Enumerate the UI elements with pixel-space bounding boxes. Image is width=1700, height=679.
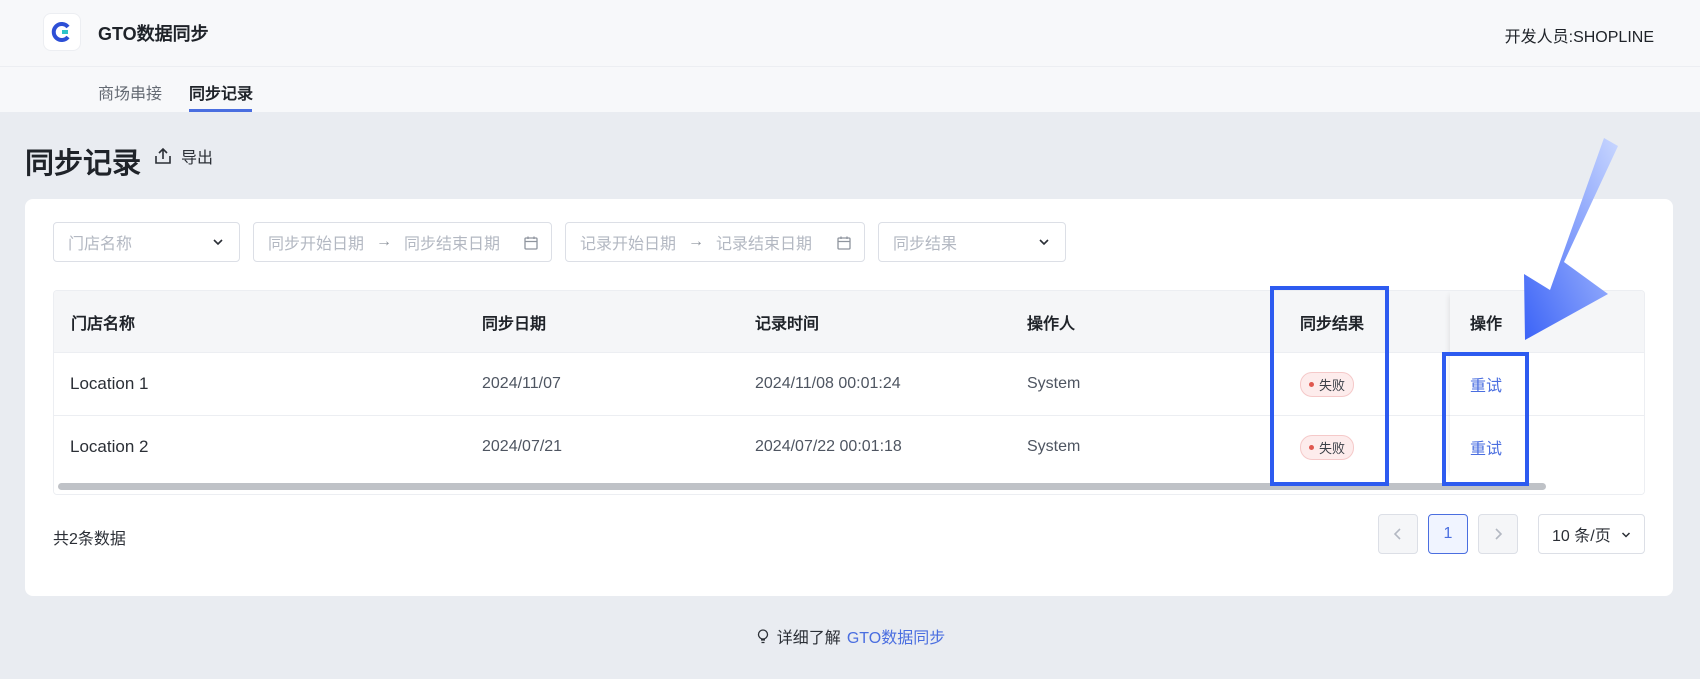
scrollbar-thumb[interactable] bbox=[58, 483, 1546, 490]
annotation-arrow-icon bbox=[1524, 138, 1618, 340]
cell-store: Location 1 bbox=[70, 374, 149, 393]
range-arrow-icon: → bbox=[688, 233, 705, 250]
sync-date-range-picker[interactable]: 同步开始日期 → 同步结束日期 bbox=[253, 222, 552, 262]
cell-record-time: 2024/07/22 00:01:18 bbox=[755, 438, 902, 455]
export-button[interactable]: 导出 bbox=[153, 144, 213, 168]
cell-operator: System bbox=[1027, 375, 1081, 392]
total-count: 共2条数据 bbox=[53, 531, 126, 548]
chevron-down-icon bbox=[213, 239, 223, 246]
range-arrow-icon: → bbox=[376, 233, 393, 250]
cell-sync-result: 失败 bbox=[1300, 416, 1355, 478]
header-sync-date: 同步日期 bbox=[482, 315, 547, 333]
page-size-label: 10 条/页 bbox=[1552, 528, 1611, 545]
chevron-right-icon bbox=[1495, 528, 1503, 540]
status-badge-label: 失败 bbox=[1319, 440, 1346, 456]
calendar-icon bbox=[837, 236, 851, 250]
cell-store: Location 2 bbox=[70, 437, 149, 456]
app-logo bbox=[44, 14, 80, 50]
chevron-down-icon bbox=[1039, 239, 1049, 246]
next-page-button[interactable] bbox=[1478, 514, 1518, 554]
header-action: 操作 bbox=[1470, 315, 1503, 333]
cell-operator: System bbox=[1027, 438, 1081, 455]
records-table: 门店名称 同步日期 记录时间 操作人 同步结果 操作 Location 1 20… bbox=[53, 290, 1645, 495]
footer-learn-more-link[interactable]: GTO数据同步 bbox=[847, 624, 945, 648]
status-badge: 失败 bbox=[1300, 371, 1355, 397]
page-title: 同步记录 bbox=[25, 148, 142, 180]
status-dot bbox=[1309, 381, 1314, 387]
header-sync-result: 同步结果 bbox=[1300, 315, 1365, 333]
record-start-placeholder: 记录开始日期 bbox=[580, 236, 677, 253]
tab-bar: 商场串接 同步记录 bbox=[0, 67, 1700, 112]
store-select-placeholder: 门店名称 bbox=[68, 236, 133, 253]
retry-button[interactable]: 重试 bbox=[1470, 435, 1502, 459]
record-date-range-picker[interactable]: 记录开始日期 → 记录结束日期 bbox=[565, 222, 865, 262]
horizontal-scrollbar[interactable] bbox=[54, 478, 1644, 494]
status-badge-label: 失败 bbox=[1319, 377, 1346, 393]
tab-mall-integration[interactable]: 商场串接 bbox=[98, 80, 162, 104]
result-select[interactable]: 同步结果 bbox=[878, 222, 1066, 262]
footer-prefix: 详细了解 bbox=[776, 630, 841, 647]
chevron-left-icon bbox=[1393, 528, 1401, 540]
prev-page-button[interactable] bbox=[1378, 514, 1418, 554]
top-bar: GTO数据同步 开发人员:SHOPLINE bbox=[0, 0, 1700, 67]
active-tab-indicator bbox=[189, 109, 252, 112]
calendar-icon bbox=[524, 236, 538, 250]
cell-sync-result: 失败 bbox=[1300, 353, 1355, 415]
chevron-down-icon bbox=[1621, 532, 1631, 538]
table-header: 门店名称 同步日期 记录时间 操作人 同步结果 操作 bbox=[54, 291, 1644, 353]
retry-button[interactable]: 重试 bbox=[1470, 372, 1502, 396]
result-select-placeholder: 同步结果 bbox=[893, 236, 958, 253]
status-badge: 失败 bbox=[1300, 434, 1355, 460]
table-row: Location 1 2024/11/07 2024/11/08 00:01:2… bbox=[54, 353, 1644, 416]
tab-sync-records[interactable]: 同步记录 bbox=[189, 80, 253, 104]
table-row: Location 2 2024/07/21 2024/07/22 00:01:1… bbox=[54, 416, 1644, 479]
header-record-time: 记录时间 bbox=[755, 315, 820, 333]
page-button-current[interactable]: 1 bbox=[1428, 514, 1468, 554]
cell-sync-date: 2024/07/21 bbox=[482, 438, 563, 455]
sync-end-placeholder: 同步结束日期 bbox=[404, 236, 501, 253]
header-store: 门店名称 bbox=[71, 315, 136, 333]
cell-action: 重试 bbox=[1470, 416, 1502, 478]
footer-help: 详细了解 GTO数据同步 bbox=[0, 624, 1700, 648]
page-size-select[interactable]: 10 条/页 bbox=[1538, 514, 1645, 554]
cell-action: 重试 bbox=[1470, 353, 1502, 415]
lightbulb-icon bbox=[757, 629, 768, 644]
developer-info: 开发人员:SHOPLINE bbox=[1504, 29, 1654, 46]
record-end-placeholder: 记录结束日期 bbox=[716, 236, 813, 253]
cell-sync-date: 2024/11/07 bbox=[482, 375, 561, 392]
export-label: 导出 bbox=[181, 150, 214, 167]
store-select[interactable]: 门店名称 bbox=[53, 222, 240, 262]
sync-start-placeholder: 同步开始日期 bbox=[268, 236, 365, 253]
cell-record-time: 2024/11/08 00:01:24 bbox=[755, 375, 901, 392]
header-operator: 操作人 bbox=[1027, 315, 1076, 333]
export-icon bbox=[155, 147, 171, 164]
app-title: GTO数据同步 bbox=[98, 24, 209, 44]
status-dot bbox=[1309, 444, 1314, 450]
